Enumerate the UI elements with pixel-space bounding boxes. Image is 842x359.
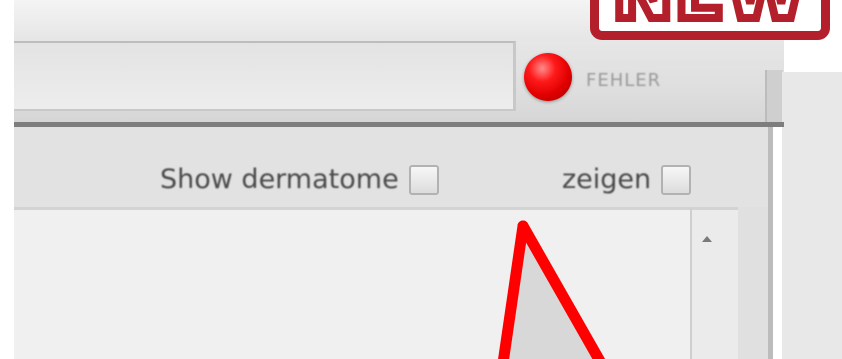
show-dermatome-checkbox[interactable] [408,164,439,195]
show-dermatome-option[interactable]: Show dermatome [160,164,439,195]
error-indicator[interactable]: FEHLER [512,40,770,114]
error-label: FEHLER [586,69,662,91]
new-badge: NEW [590,0,830,40]
show-dermatome-label: Show dermatome [160,164,399,195]
toolbar-right-edge [765,70,783,122]
content-area[interactable] [14,207,690,359]
scroll-up-arrow-icon[interactable] [702,236,712,242]
options-bar: Show dermatome zeigen [14,127,773,207]
zeigen-checkbox[interactable] [661,164,692,195]
red-status-dot-icon [524,53,572,101]
screenshot-stage: FEHLER NEW Show dermatome zeigen [0,0,842,359]
panel-right-border [738,207,773,359]
search-field[interactable] [14,41,516,111]
vertical-scrollbar[interactable] [690,207,738,359]
zeigen-option[interactable]: zeigen [562,164,692,195]
zeigen-label: zeigen [562,164,652,195]
new-badge-text: NEW [609,0,810,31]
right-gray-column [782,72,842,359]
